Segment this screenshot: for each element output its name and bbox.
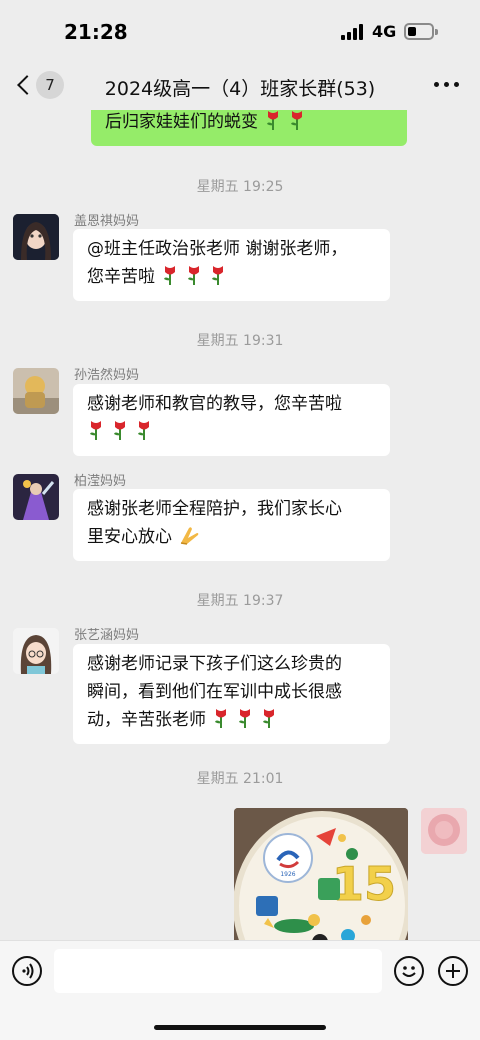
message-bubble-incoming[interactable]: 感谢老师和教官的教导，您辛苦啦	[73, 384, 390, 456]
rose-icon	[215, 709, 226, 728]
rose-icon	[291, 111, 302, 130]
chat-area[interactable]: 后归家娃娃们的蜕变 星期五 19:25 盖恩祺妈妈 @班主任政治张老师 谢谢张老…	[0, 110, 480, 940]
rose-icon	[164, 266, 175, 285]
message-bubble-outgoing[interactable]: 后归家娃娃们的蜕变	[91, 110, 407, 146]
message-text: 感谢张老师全程陪护，我们家长心	[87, 499, 342, 519]
timestamp: 星期五 19:37	[196, 593, 284, 609]
avatar-self[interactable]	[421, 808, 467, 854]
sender-name: 盖恩祺妈妈	[74, 214, 140, 229]
avatar[interactable]	[13, 628, 59, 674]
rose-icon	[114, 421, 125, 440]
message-text: 感谢老师和教官的教导，您辛苦啦	[87, 394, 342, 414]
home-indicator[interactable]	[154, 1025, 326, 1030]
rose-icon	[212, 266, 223, 285]
cake-number: 15	[332, 857, 396, 911]
sender-name: 柏滢妈妈	[74, 474, 127, 489]
sender-name: 孙浩然妈妈	[74, 368, 140, 383]
network-label: 4G	[372, 22, 397, 41]
status-bar: 21:28 4G	[0, 0, 480, 60]
timestamp: 星期五 19:31	[196, 333, 284, 349]
logo-year: 1926	[280, 871, 295, 878]
rose-icon	[138, 421, 149, 440]
chat-title: 2024级高一（4）班家长群(53)	[104, 78, 376, 100]
rose-icon	[188, 266, 199, 285]
timestamp: 星期五 21:01	[196, 771, 284, 787]
rose-icon	[90, 421, 101, 440]
signal-icon	[341, 24, 365, 40]
folded-hands-icon	[180, 527, 199, 545]
more-button[interactable]	[434, 72, 462, 96]
voice-icon[interactable]	[12, 956, 42, 986]
message-bubble-incoming[interactable]: 感谢张老师全程陪护，我们家长心 里安心放心	[73, 489, 390, 561]
nav-bar: 7 2024级高一（4）班家长群(53)	[0, 60, 480, 110]
rose-icon	[263, 709, 274, 728]
smile-icon[interactable]	[394, 956, 424, 986]
avatar[interactable]	[13, 214, 59, 260]
message-text: @班主任政治张老师 谢谢张老师，	[87, 239, 348, 259]
avatar[interactable]	[13, 474, 59, 520]
message-bubble-incoming[interactable]: 感谢老师记录下孩子们这么珍贵的 瞬间，看到他们在军训中成长很感 动，辛苦张老师	[73, 644, 390, 744]
message-text: 瞬间，看到他们在军训中成长很感	[87, 682, 342, 702]
message-input[interactable]	[54, 949, 382, 993]
status-time: 21:28	[64, 20, 128, 44]
photo-message[interactable]: 1926 15	[234, 808, 408, 940]
message-text: 感谢老师记录下孩子们这么珍贵的	[87, 654, 342, 674]
sender-name: 张艺涵妈妈	[74, 628, 140, 643]
rose-icon	[239, 709, 250, 728]
message-text: 里安心放心	[87, 527, 172, 547]
message-text: 动，辛苦张老师	[87, 710, 206, 730]
battery-icon	[404, 23, 434, 40]
message-bubble-incoming[interactable]: @班主任政治张老师 谢谢张老师， 您辛苦啦	[73, 229, 390, 301]
avatar[interactable]	[13, 368, 59, 414]
battery-cap	[435, 29, 438, 35]
timestamp: 星期五 19:25	[196, 179, 284, 195]
message-text: 您辛苦啦	[87, 267, 155, 287]
rose-icon	[267, 111, 278, 130]
message-text: 后归家娃娃们的蜕变	[105, 112, 258, 132]
plus-icon[interactable]	[438, 956, 468, 986]
